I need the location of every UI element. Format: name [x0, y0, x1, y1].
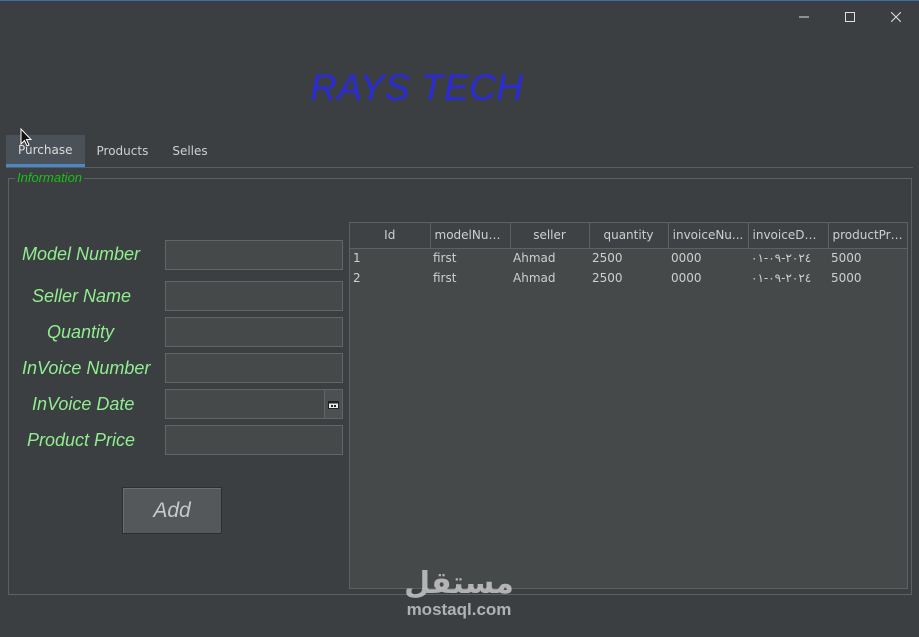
column-header-model-number[interactable]: modelNum... [430, 223, 511, 249]
column-header-product-price[interactable]: productPrice [828, 223, 907, 249]
watermark-latin: mostaql.com [406, 600, 512, 619]
tab-bar: Purchase Products Selles [6, 135, 220, 167]
close-button[interactable] [873, 1, 919, 33]
invoice-number-label: InVoice Number [22, 358, 151, 378]
minimize-button[interactable] [781, 1, 827, 33]
table-cell[interactable]: 2500 [589, 268, 668, 288]
add-button[interactable]: Add [122, 487, 222, 534]
app-title: RAYS TECH [310, 67, 524, 108]
app-window: RAYS TECH Purchase Products Selles Infor… [0, 0, 919, 637]
column-header-invoice-date[interactable]: invoiceDate [748, 223, 829, 249]
table-header-row: Id modelNum... seller quantity invoiceNu… [350, 223, 907, 249]
tab-selles[interactable]: Selles [160, 135, 219, 167]
date-picker-button[interactable] [324, 389, 343, 419]
table-cell[interactable]: 5000 [828, 248, 907, 268]
table-cell[interactable]: 2 [350, 268, 430, 288]
column-header-quantity[interactable]: quantity [589, 223, 669, 249]
purchase-table[interactable]: Id modelNum... seller quantity invoiceNu… [349, 222, 908, 589]
seller-name-input[interactable] [165, 281, 343, 311]
model-number-label: Model Number [22, 244, 141, 264]
mouse-cursor-icon [20, 128, 32, 147]
product-price-label: Product Price [27, 430, 136, 450]
window-controls [781, 1, 919, 33]
minimize-icon [799, 16, 809, 18]
table-cell[interactable]: ٢٠٢٤-٠٩-٠١ [748, 248, 828, 268]
tab-purchase[interactable]: Purchase [6, 135, 85, 167]
column-header-seller[interactable]: seller [510, 223, 590, 249]
quantity-label: Quantity [47, 322, 115, 342]
table-cell[interactable]: 5000 [828, 268, 907, 288]
product-price-input[interactable] [165, 425, 343, 455]
invoice-number-input[interactable] [165, 353, 343, 383]
table-cell[interactable]: 0000 [668, 248, 748, 268]
table-cell[interactable]: Ahmad [510, 248, 589, 268]
table-cell[interactable]: Ahmad [510, 268, 589, 288]
information-legend: Information [15, 170, 85, 185]
maximize-icon [845, 12, 855, 22]
model-number-input[interactable] [165, 240, 343, 270]
invoice-date-label: InVoice Date [32, 394, 135, 414]
table-cell[interactable]: first [430, 268, 510, 288]
column-header-invoice-number[interactable]: invoiceNu... [668, 223, 749, 249]
quantity-input[interactable] [165, 317, 343, 347]
tab-divider [6, 167, 913, 168]
table-cell[interactable]: 0000 [668, 268, 748, 288]
invoice-date-input[interactable] [165, 389, 325, 419]
table-cell[interactable]: first [430, 248, 510, 268]
table-cell[interactable]: 2500 [589, 248, 668, 268]
column-header-id[interactable]: Id [350, 223, 431, 249]
watermark: مستقل mostaql.com [403, 567, 515, 619]
table-cell[interactable]: 1 [350, 248, 430, 268]
watermark-arabic: مستقل [404, 566, 514, 601]
seller-name-label: Seller Name [32, 286, 132, 306]
maximize-button[interactable] [827, 1, 873, 33]
tab-products[interactable]: Products [85, 135, 161, 167]
calendar-icon [328, 400, 339, 409]
table-cell[interactable]: ٢٠٢٤-٠٩-٠١ [748, 268, 828, 288]
table-row[interactable]: 2 first Ahmad 2500 0000 ٢٠٢٤-٠٩-٠١ 5000 [350, 268, 907, 288]
table-row[interactable]: 1 first Ahmad 2500 0000 ٢٠٢٤-٠٩-٠١ 5000 [350, 248, 907, 268]
close-icon [891, 12, 901, 22]
